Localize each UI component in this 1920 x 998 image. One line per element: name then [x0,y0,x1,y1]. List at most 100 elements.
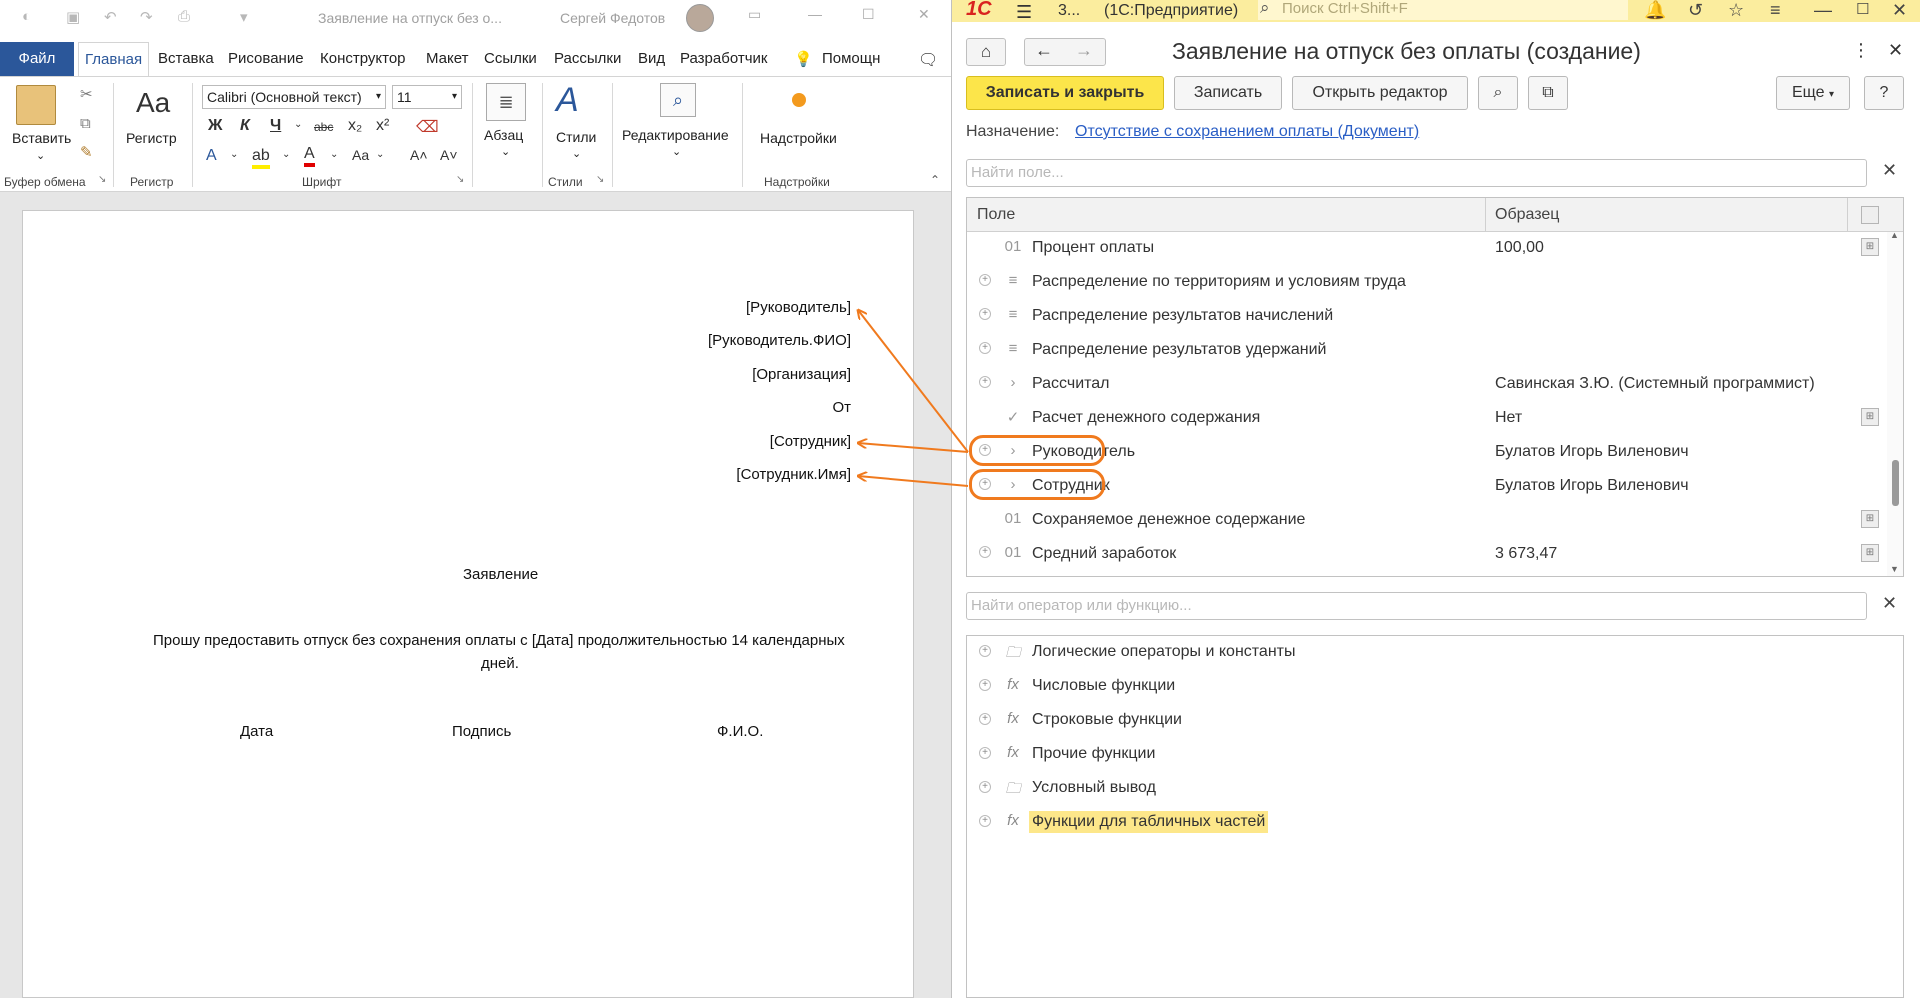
format-painter-icon[interactable]: ✎ [80,143,93,161]
chevron-down-icon[interactable]: ⌄ [294,119,302,130]
user-name[interactable]: Сергей Федотов [560,10,665,26]
font-name-select[interactable]: Calibri (Основной текст) ▾ [202,85,386,109]
search-icon[interactable]: ⌕ [660,83,696,117]
font-color-icon[interactable]: A [304,145,315,167]
insert-field-icon[interactable]: ⊞ [1861,510,1879,528]
change-case-button[interactable]: Aa [352,147,369,163]
copy-button[interactable]: ⧉ [1528,76,1568,110]
table-row[interactable]: + › Рассчитал Савинская З.Ю. (Системный … [967,368,1885,402]
tab-layout[interactable]: Макет [426,50,468,67]
doc-field-employee[interactable]: [Сотрудник] [770,433,851,450]
change-case-icon[interactable]: Aa [136,87,170,119]
back-arrow-icon[interactable]: ← [1035,40,1053,61]
redo-icon[interactable]: ↷ [140,8,153,26]
register-button[interactable]: Регистр [126,130,177,146]
chevron-down-icon[interactable]: ⌄ [501,145,510,158]
chevron-down-icon[interactable]: ⌄ [572,147,581,160]
grow-font-button[interactable]: A˄ [410,147,428,163]
addins-button[interactable]: Надстройки [760,130,837,146]
table-row[interactable]: + ≡ Распределение результатов начислений [967,300,1885,334]
scroll-down-icon[interactable]: ▼ [1890,564,1899,574]
fields-scrollbar[interactable]: ▲ ▼ [1887,230,1903,576]
chevron-down-icon[interactable]: ⌄ [282,149,290,160]
clear-function-search-icon[interactable]: ✕ [1882,593,1897,614]
clear-formatting-icon[interactable]: ⌫ [416,117,439,137]
addins-icon[interactable] [792,93,806,107]
table-row[interactable]: 01 Процент оплаты 100,00 ⊞ [967,232,1885,266]
home-button[interactable]: ⌂ [966,38,1006,66]
paragraph-button[interactable]: Абзац [484,127,523,143]
maximize-icon[interactable]: ☐ [862,6,875,23]
styles-button[interactable]: Стили [556,129,596,145]
column-field[interactable]: Поле [977,206,1015,224]
bold-button[interactable]: Ж [208,117,222,135]
column-sample[interactable]: Образец [1495,206,1559,224]
paste-button[interactable]: Вставить [12,130,71,146]
expand-icon[interactable]: + [979,274,991,286]
field-search-input[interactable]: Найти поле... [966,159,1867,187]
table-row[interactable]: ✓ Расчет денежного содержания Нет ⊞ [967,402,1885,436]
doc-field-manager-fio[interactable]: [Руководитель.ФИО] [708,332,851,349]
tree-item-selected[interactable]: + fx Функции для табличных частей [967,806,1897,840]
close-icon[interactable]: ✕ [918,6,930,23]
expand-icon[interactable]: + [979,781,991,793]
tab-view[interactable]: Вид [638,50,665,67]
paste-dropdown-icon[interactable]: ⌄ [36,149,45,162]
paste-icon[interactable] [16,85,56,125]
chevron-down-icon[interactable]: ⌄ [230,149,238,160]
tree-item[interactable]: + fx Числовые функции [967,670,1897,704]
collapse-ribbon-icon[interactable]: ⌃ [930,173,940,187]
tab-file[interactable]: Файл [0,42,74,76]
star-icon[interactable]: ☆ [1728,0,1744,21]
copy-icon[interactable]: ⧉ [80,115,91,132]
function-search-input[interactable]: Найти оператор или функцию... [966,592,1867,620]
window-tab-short[interactable]: 3... [1058,2,1080,20]
highlight-icon[interactable]: ab [252,147,270,169]
subscript-button[interactable]: x₂ [348,117,362,135]
clear-field-search-icon[interactable]: ✕ [1882,160,1897,181]
tree-item[interactable]: + 🗀 Условный вывод [967,772,1897,806]
tree-item[interactable]: + fx Строковые функции [967,704,1897,738]
chevron-down-icon[interactable]: ⌄ [376,149,384,160]
history-icon[interactable]: ↺ [1688,0,1703,21]
table-row[interactable]: + 01 Средний заработок 3 673,47 ⊞ [967,538,1885,572]
expand-icon[interactable]: + [979,815,991,827]
minimize-icon[interactable]: — [808,6,822,22]
text-effects-icon[interactable]: A [206,147,217,165]
comments-icon[interactable]: 🗨 [918,50,938,70]
doc-field-organization[interactable]: [Организация] [752,366,851,383]
ribbon-display-icon[interactable]: ▭ [748,6,761,23]
tab-references[interactable]: Ссылки [484,50,537,67]
tab-insert[interactable]: Вставка [158,50,214,67]
expand-icon[interactable]: + [979,376,991,388]
undo-icon[interactable]: ↶ [104,8,117,26]
tab-draw[interactable]: Рисование [228,50,304,67]
find-button[interactable]: ⌕ [1478,76,1518,110]
tab-mailings[interactable]: Рассылки [554,50,621,67]
autosave-icon[interactable]: ◐ [22,8,31,25]
forward-arrow-icon[interactable]: → [1075,40,1093,61]
settings-menu-icon[interactable]: ≡ [1770,0,1781,21]
italic-button[interactable]: К [240,117,250,135]
document-page[interactable]: [Руководитель] [Руководитель.ФИО] [Орган… [22,210,914,998]
avatar[interactable] [686,4,714,32]
purpose-link[interactable]: Отсутствие с сохранением оплаты (Докумен… [1075,123,1419,141]
insert-field-icon[interactable]: ⊞ [1861,238,1879,256]
tab-developer[interactable]: Разработчик [680,50,767,67]
strikethrough-button[interactable]: abc [314,120,333,134]
table-row[interactable]: + ≡ Распределение по территориям и услов… [967,266,1885,300]
save-and-close-button[interactable]: Записать и закрыть [966,76,1164,110]
close-icon[interactable]: ✕ [1892,0,1907,21]
chevron-down-icon[interactable]: ⌄ [330,149,338,160]
save-button[interactable]: Записать [1174,76,1282,110]
superscript-button[interactable]: x² [376,117,389,135]
expand-icon[interactable]: + [979,342,991,354]
styles-icon[interactable]: A [556,81,579,120]
table-row[interactable]: + ≡ Распределение результатов удержаний [967,334,1885,368]
tree-item[interactable]: + 🗀 Логические операторы и константы [967,636,1897,670]
underline-button[interactable]: Ч [270,117,281,135]
scroll-up-icon[interactable]: ▲ [1890,230,1899,240]
help-button[interactable]: ? [1864,76,1904,110]
editing-button[interactable]: Редактирование [622,127,729,143]
scrollbar-thumb[interactable] [1892,460,1899,506]
